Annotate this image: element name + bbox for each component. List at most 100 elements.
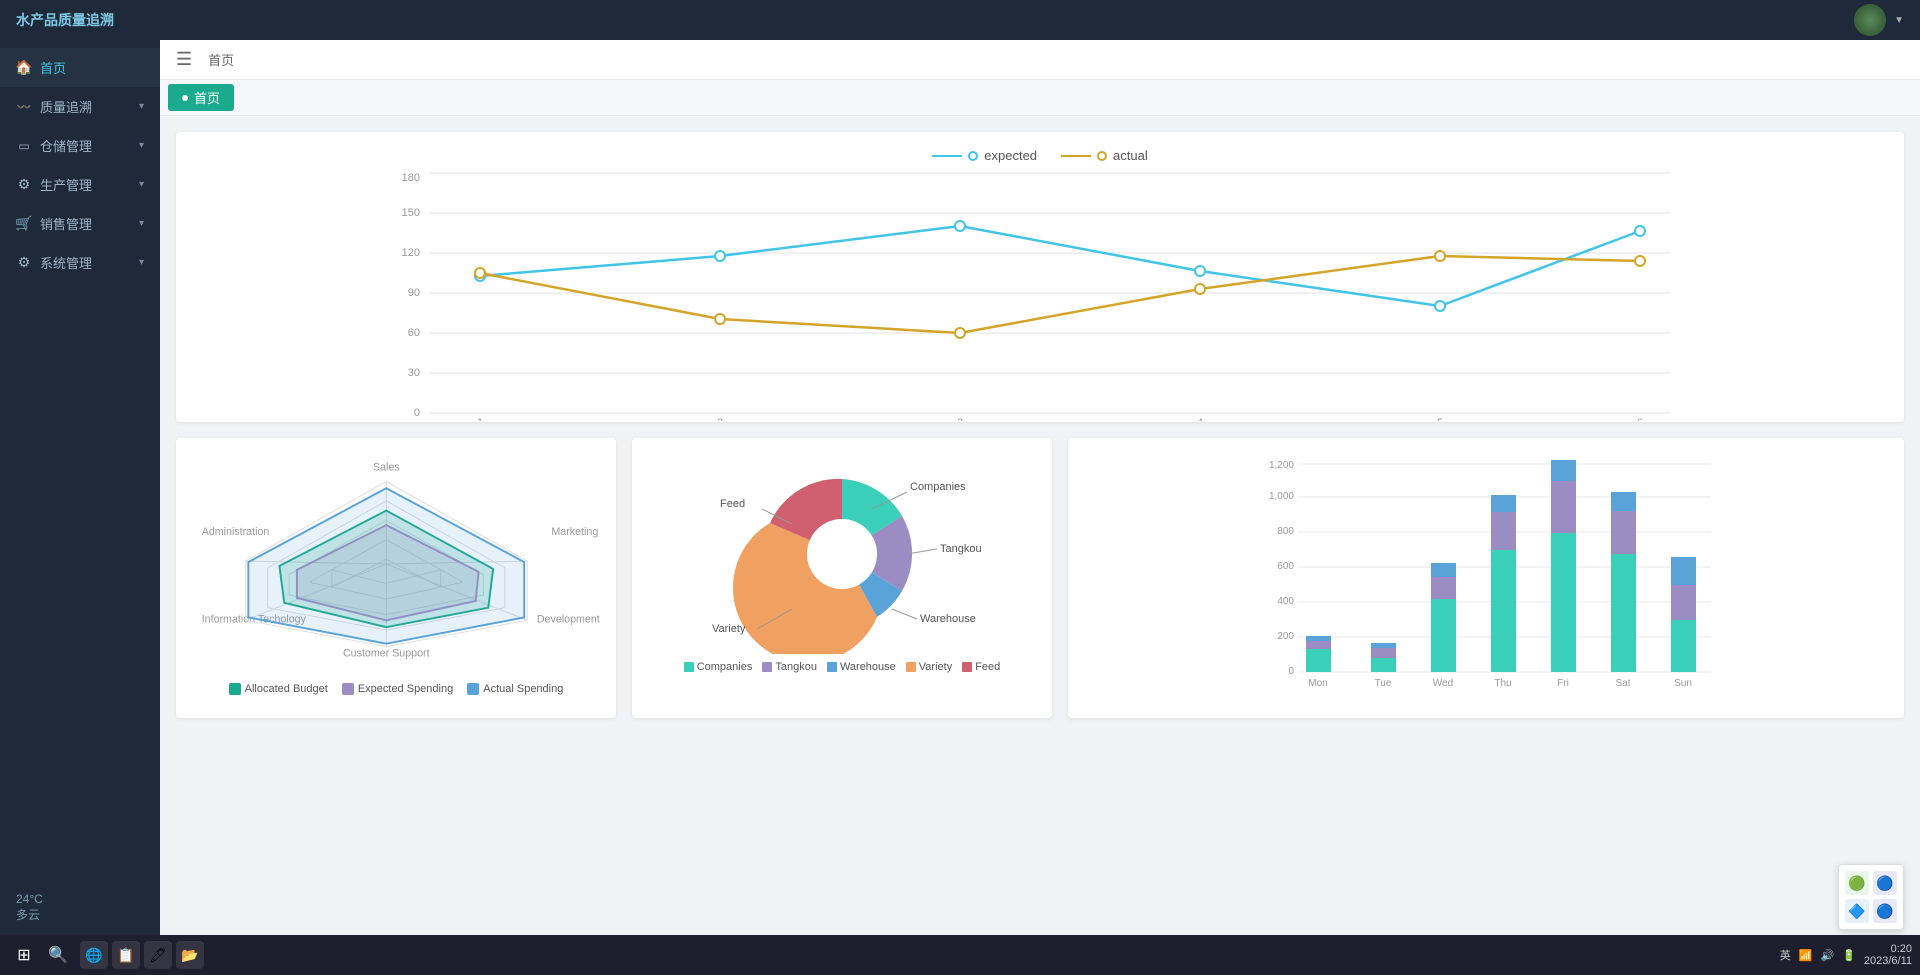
donut-legend-companies: Companies — [684, 661, 753, 673]
weather-condition: 多云 — [16, 906, 144, 923]
svg-text:Development: Development — [537, 613, 600, 625]
taskbar-time: 0:20 — [1864, 943, 1912, 955]
sidebar-label-sales: 销售管理 — [40, 214, 131, 233]
svg-text:60: 60 — [408, 327, 420, 339]
sidebar: 🏠 首页 〰️ 质量追溯 ▾ ▭ 仓储管理 ▾ ⚙ 生产管理 ▾ 🛒 销售管理 … — [0, 40, 160, 935]
donut-legend-warehouse-label: Warehouse — [840, 661, 896, 673]
svg-text:800: 800 — [1277, 526, 1294, 537]
donut-legend-variety: Variety — [906, 661, 952, 673]
legend-label-expected: expected — [984, 148, 1037, 163]
sales-icon: 🛒 — [16, 216, 32, 232]
sidebar-weather: 24°C 多云 — [0, 880, 160, 935]
svg-text:1,200: 1,200 — [1269, 460, 1294, 471]
popup-icon-2[interactable]: 🔵 — [1873, 871, 1897, 895]
bar-chart-svg: 0 200 400 600 800 1,000 1,200 — [1084, 454, 1888, 694]
donut-chart-svg: Companies Tangkou Warehouse Variety Feed — [648, 454, 1036, 654]
line-chart-legend: expected actual — [192, 148, 1888, 163]
avatar[interactable] — [1854, 4, 1886, 36]
search-button[interactable]: 🔍 — [44, 941, 72, 969]
svg-text:Tangkou: Tangkou — [940, 543, 982, 555]
svg-text:Mon: Mon — [1308, 678, 1327, 689]
svg-text:Sat: Sat — [1615, 678, 1630, 689]
chevron-down-icon: ▾ — [139, 101, 144, 112]
svg-text:Sun: Sun — [1674, 678, 1692, 689]
svg-text:90: 90 — [408, 287, 420, 299]
sidebar-item-warehouse[interactable]: ▭ 仓储管理 ▾ — [0, 126, 160, 165]
home-icon: 🏠 — [16, 60, 32, 76]
content-area: ☰ 首页 首页 expected — [160, 40, 1920, 935]
popup-icon-3[interactable]: 🔷 — [1845, 899, 1869, 923]
taskbar-app-app3[interactable]: 🖊 — [144, 941, 172, 969]
radar-legend-allocated: Allocated Budget — [229, 683, 328, 695]
svg-text:Administration: Administration — [202, 526, 270, 538]
legend-label-actual: actual — [1113, 148, 1148, 163]
start-button[interactable]: ⊞ — [8, 941, 40, 969]
sidebar-item-quality[interactable]: 〰️ 质量追溯 ▾ — [0, 87, 160, 126]
bottom-charts-row: Sales Marketing Development Customer Sup… — [176, 438, 1904, 718]
production-icon: ⚙ — [16, 177, 32, 193]
svg-text:400: 400 — [1277, 596, 1294, 607]
system-icon: ⚙ — [16, 255, 32, 271]
svg-text:1: 1 — [477, 417, 483, 421]
sidebar-label-warehouse: 仓储管理 — [40, 136, 131, 155]
svg-text:Marketing: Marketing — [551, 526, 598, 538]
donut-legend-companies-label: Companies — [697, 661, 753, 673]
line-chart-card: expected actual 0 30 60 90 120 150 — [176, 132, 1904, 422]
svg-text:180: 180 — [402, 172, 420, 184]
radar-legend-actual-label: Actual Spending — [483, 683, 563, 695]
taskbar: ⊞ 🔍 🌐 📋 🖊 📂 英 📶 🔊 🔋 0:20 2023/6/11 — [0, 935, 1920, 975]
svg-text:Variety: Variety — [712, 623, 746, 635]
svg-text:0: 0 — [414, 407, 420, 419]
chevron-down-icon-5: ▾ — [139, 257, 144, 268]
svg-text:Fri: Fri — [1557, 678, 1569, 689]
sidebar-item-production[interactable]: ⚙ 生产管理 ▾ — [0, 165, 160, 204]
taskbar-date: 2023/6/11 — [1864, 955, 1912, 967]
svg-text:3: 3 — [957, 417, 963, 421]
taskbar-app-edge[interactable]: 🌐 — [80, 941, 108, 969]
donut-legend: Companies Tangkou Warehouse Variety — [648, 661, 1036, 673]
taskbar-battery-icon: 🔋 — [1842, 949, 1856, 962]
svg-text:5: 5 — [1437, 417, 1443, 421]
popup-icon-1[interactable]: 🟢 — [1845, 871, 1869, 895]
taskbar-app-app4[interactable]: 📂 — [176, 941, 204, 969]
sidebar-label-quality: 质量追溯 — [40, 97, 131, 116]
hamburger-icon[interactable]: ☰ — [176, 49, 192, 70]
radar-legend: Allocated Budget Expected Spending Actua… — [192, 683, 600, 695]
taskbar-app-app2[interactable]: 📋 — [112, 941, 140, 969]
svg-text:30: 30 — [408, 367, 420, 379]
line-chart-svg: 0 30 60 90 120 150 180 — [192, 171, 1888, 421]
app-title: 水产品质量追溯 — [16, 10, 114, 30]
tab-home[interactable]: 首页 — [168, 84, 234, 111]
svg-text:Tue: Tue — [1375, 678, 1392, 689]
taskbar-clock: 0:20 2023/6/11 — [1864, 943, 1912, 967]
sidebar-label-system: 系统管理 — [40, 253, 131, 272]
popup-icon-4[interactable]: 🔵 — [1873, 899, 1897, 923]
legend-expected: expected — [932, 148, 1037, 163]
avatar-arrow: ▼ — [1894, 15, 1904, 26]
donut-chart-card: Companies Tangkou Warehouse Variety Feed — [632, 438, 1052, 718]
sidebar-item-sales[interactable]: 🛒 销售管理 ▾ — [0, 204, 160, 243]
tab-bar: 首页 — [160, 80, 1920, 116]
top-bar-right: ▼ — [1854, 4, 1904, 36]
radar-legend-allocated-label: Allocated Budget — [245, 683, 328, 695]
top-bar: 水产品质量追溯 ▼ — [0, 0, 1920, 40]
chevron-down-icon-2: ▾ — [139, 140, 144, 151]
svg-text:2: 2 — [717, 417, 723, 421]
svg-text:Sales: Sales — [373, 462, 400, 474]
legend-dot-actual — [1097, 151, 1107, 161]
svg-text:200: 200 — [1277, 631, 1294, 642]
bar-chart-card: 0 200 400 600 800 1,000 1,200 — [1068, 438, 1904, 718]
radar-legend-expected-label: Expected Spending — [358, 683, 453, 695]
warehouse-icon: ▭ — [16, 138, 32, 154]
tab-home-label: 首页 — [194, 88, 220, 107]
svg-text:Wed: Wed — [1433, 678, 1453, 689]
donut-legend-feed-label: Feed — [975, 661, 1000, 673]
donut-legend-feed: Feed — [962, 661, 1000, 673]
radar-legend-actual: Actual Spending — [467, 683, 563, 695]
svg-text:Feed: Feed — [720, 498, 745, 510]
sidebar-item-system[interactable]: ⚙ 系统管理 ▾ — [0, 243, 160, 282]
svg-text:0: 0 — [1288, 666, 1294, 677]
donut-legend-warehouse: Warehouse — [827, 661, 896, 673]
sidebar-item-home[interactable]: 🏠 首页 — [0, 48, 160, 87]
main-layout: 🏠 首页 〰️ 质量追溯 ▾ ▭ 仓储管理 ▾ ⚙ 生产管理 ▾ 🛒 销售管理 … — [0, 40, 1920, 935]
